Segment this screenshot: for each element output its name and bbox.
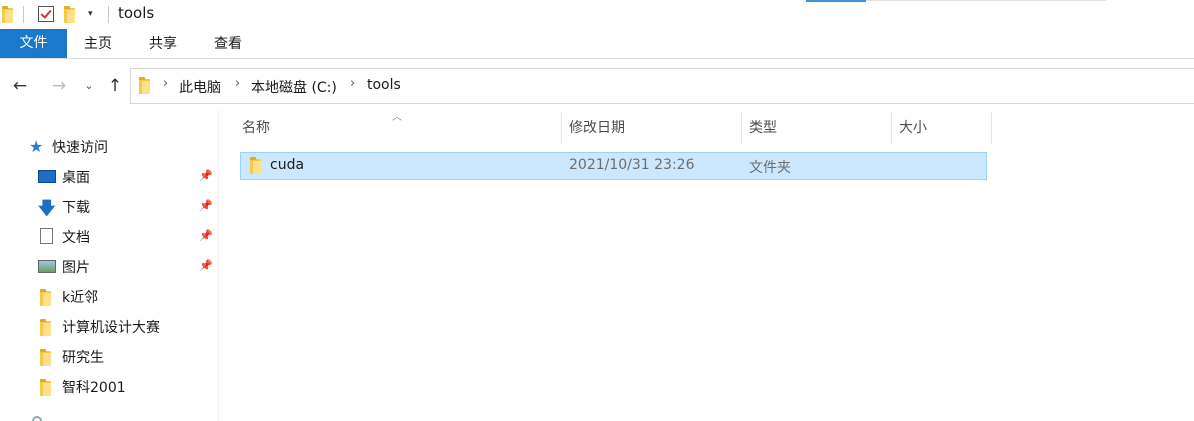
pin-icon: 📌 xyxy=(199,169,213,182)
divider xyxy=(23,6,24,23)
title-bar: ▾ tools xyxy=(0,0,1194,29)
file-name: cuda xyxy=(270,157,305,173)
sidebar-item-quick-access[interactable]: ★ 快速访问 xyxy=(0,134,218,160)
column-header-size[interactable]: 大小 xyxy=(891,112,991,144)
pin-icon: 📌 xyxy=(199,229,213,242)
breadcrumb-this-pc[interactable]: 此电脑 xyxy=(179,77,221,97)
column-header-row: 名称 修改日期 类型 大小 xyxy=(234,112,994,144)
chevron-right-icon[interactable]: › xyxy=(235,76,240,91)
breadcrumb-tools[interactable]: tools xyxy=(367,77,401,93)
network-icon xyxy=(32,416,42,421)
table-row[interactable]: cuda 2021/10/31 23:26 文件夹 xyxy=(240,152,987,180)
column-header-modified[interactable]: 修改日期 xyxy=(561,112,741,144)
sidebar-item-label: 下载 xyxy=(62,200,90,216)
window-edge-accent xyxy=(806,0,866,2)
sidebar-item-label: 研究生 xyxy=(62,350,104,366)
arrow-right-icon[interactable]: → xyxy=(49,74,69,98)
window-edge-line xyxy=(866,0,1106,1)
column-divider[interactable] xyxy=(991,112,992,144)
chevron-down-icon[interactable]: ⌄ xyxy=(82,74,96,98)
column-header-name[interactable]: 名称 xyxy=(234,112,561,144)
sidebar-item-pictures[interactable]: 图片 📌 xyxy=(0,254,218,280)
pin-icon: 📌 xyxy=(199,199,213,212)
sidebar-item-label: 计算机设计大赛 xyxy=(62,320,160,336)
window-title: tools xyxy=(118,4,155,22)
tab-home[interactable]: 主页 xyxy=(84,29,112,58)
pictures-icon xyxy=(38,260,56,273)
navigation-bar: ← → ⌄ ↑ › 此电脑 › 本地磁盘 (C:) › tools xyxy=(0,66,1194,106)
column-header-type[interactable]: 类型 xyxy=(741,112,891,144)
tab-share[interactable]: 共享 xyxy=(149,29,177,58)
sidebar-item-downloads[interactable]: 🡇 下载 📌 xyxy=(0,194,218,220)
properties-icon[interactable] xyxy=(38,6,54,22)
arrow-left-icon[interactable]: ← xyxy=(10,74,30,98)
divider xyxy=(108,6,109,23)
document-icon xyxy=(40,228,53,244)
sidebar-item-folder[interactable]: 计算机设计大赛 xyxy=(0,314,218,340)
customize-toolbar-icon[interactable]: ▾ xyxy=(88,6,98,22)
tab-view[interactable]: 查看 xyxy=(214,29,242,58)
star-icon: ★ xyxy=(29,137,44,156)
sidebar-item-label: 桌面 xyxy=(62,170,90,186)
breadcrumb-local-disk[interactable]: 本地磁盘 (C:) xyxy=(251,77,337,97)
sidebar-item-label: 智科2001 xyxy=(62,380,126,396)
sidebar-item-desktop[interactable]: 桌面 📌 xyxy=(0,164,218,190)
sidebar-item-folder[interactable]: k近邻 xyxy=(0,284,218,310)
file-modified: 2021/10/31 23:26 xyxy=(569,157,695,173)
sidebar-item-folder[interactable]: 研究生 xyxy=(0,344,218,370)
chevron-right-icon[interactable]: › xyxy=(163,76,168,91)
file-type: 文件夹 xyxy=(749,160,791,176)
ribbon-tabs: 文件 主页 共享 查看 xyxy=(0,29,1194,59)
pin-icon: 📌 xyxy=(199,259,213,272)
navigation-pane: ★ 快速访问 桌面 📌 🡇 下载 📌 文档 📌 图片 📌 k近邻 计算机设计大赛… xyxy=(0,110,219,421)
download-icon: 🡇 xyxy=(38,199,56,219)
desktop-icon xyxy=(38,170,56,183)
sidebar-item-folder[interactable]: 智科2001 xyxy=(0,374,218,400)
sidebar-item-documents[interactable]: 文档 📌 xyxy=(0,224,218,250)
tab-file[interactable]: 文件 xyxy=(0,29,67,58)
arrow-up-icon[interactable]: ↑ xyxy=(106,74,124,98)
sidebar-item-label: 文档 xyxy=(62,230,90,246)
sidebar-item-label: 图片 xyxy=(62,260,90,276)
address-bar[interactable]: › 此电脑 › 本地磁盘 (C:) › tools xyxy=(130,68,1194,104)
chevron-right-icon[interactable]: › xyxy=(350,76,355,91)
sidebar-item-label: k近邻 xyxy=(62,290,99,306)
sidebar-item-label: 快速访问 xyxy=(52,140,108,156)
